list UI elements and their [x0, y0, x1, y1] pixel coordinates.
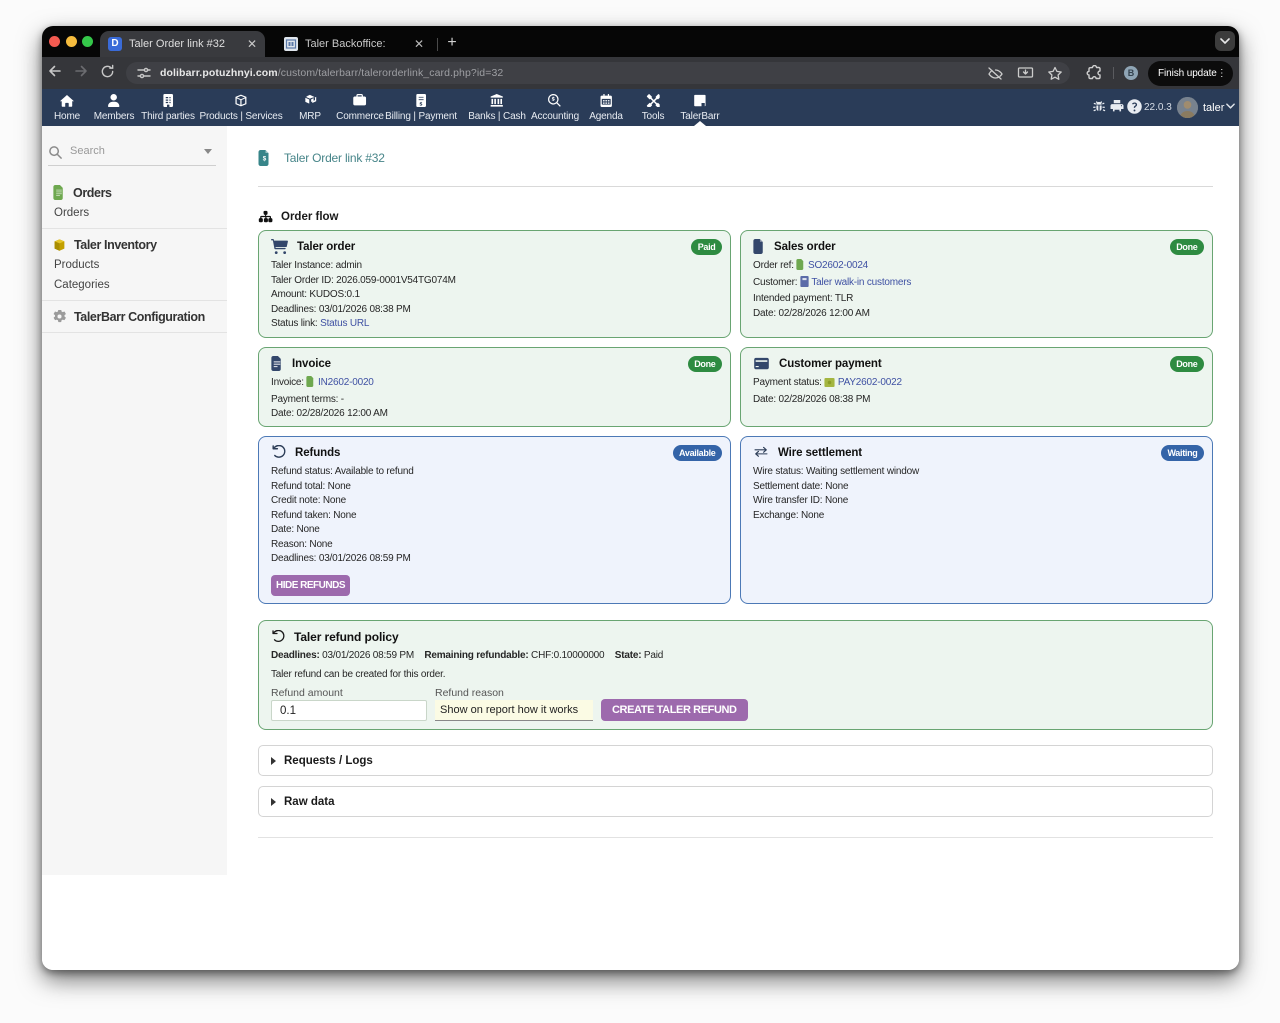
svg-text:$: $ — [263, 155, 267, 162]
